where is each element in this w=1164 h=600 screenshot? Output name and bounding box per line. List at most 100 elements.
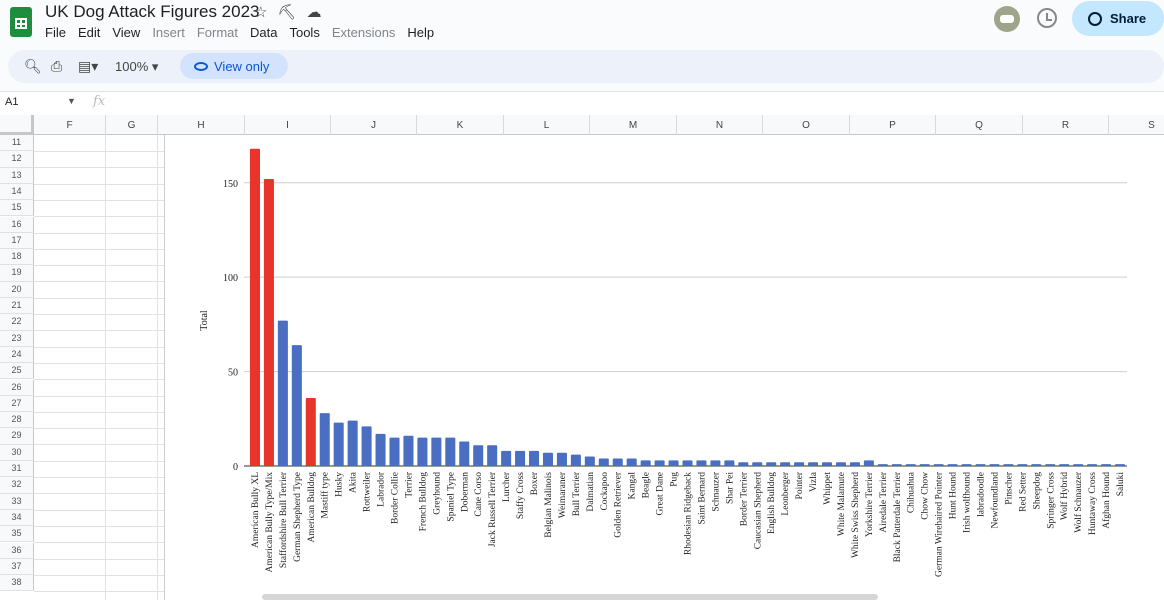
menu-extensions[interactable]: Extensions	[332, 25, 396, 40]
row-header-22[interactable]: 22	[0, 314, 34, 331]
y-tick-label: 100	[223, 273, 238, 284]
x-tick-label: Bull Terrier	[572, 471, 582, 516]
column-header-p[interactable]: P	[850, 115, 936, 135]
row-header-36[interactable]: 36	[0, 542, 34, 559]
cloud-status-icon[interactable]: ☁	[307, 3, 322, 21]
row-header-33[interactable]: 33	[0, 493, 34, 510]
zoom-select[interactable]: 100% ▾	[115, 59, 158, 75]
move-to-folder-icon[interactable]: ⛏	[277, 3, 296, 21]
row-header-16[interactable]: 16	[0, 216, 34, 233]
x-tick-label: Newfoundland	[989, 472, 1000, 529]
row-header-23[interactable]: 23	[0, 330, 34, 347]
x-tick-label: English Bulldog	[767, 472, 777, 534]
spreadsheet-grid[interactable]: FGHIJKLMNOPQRS 11 12 13 14 15 16 17 18 19 20 21 22 2…	[0, 115, 1164, 600]
y-axis-label: Total	[199, 310, 210, 331]
eye-icon	[194, 61, 208, 71]
star-icon[interactable]: ☆	[254, 3, 267, 21]
row-header-27[interactable]: 27	[0, 395, 34, 413]
view-only-button[interactable]: View only	[180, 53, 288, 79]
avatar[interactable]	[994, 6, 1020, 32]
row-header-14[interactable]: 14	[0, 183, 34, 201]
bar-48	[919, 464, 930, 466]
row-header-38[interactable]: 38	[0, 575, 34, 592]
menu-format[interactable]: Format	[197, 25, 238, 40]
x-tick-label: Airedale Terrier	[879, 471, 889, 532]
row-header-37[interactable]: 37	[0, 558, 34, 576]
row-header-29[interactable]: 29	[0, 428, 34, 445]
bar-0	[249, 148, 260, 466]
column-header-q[interactable]: Q	[936, 115, 1023, 135]
horizontal-scrollbar[interactable]	[262, 594, 878, 600]
row-header-18[interactable]: 18	[0, 249, 34, 266]
column-header-h[interactable]: H	[158, 115, 245, 135]
row-header-19[interactable]: 19	[0, 265, 34, 282]
bar-4	[305, 398, 316, 466]
bar-51	[961, 464, 972, 466]
column-header-s[interactable]: S	[1109, 115, 1164, 135]
bar-9	[375, 433, 386, 466]
row-header-34[interactable]: 34	[0, 509, 34, 527]
row-header-35[interactable]: 35	[0, 526, 34, 543]
sheets-logo-icon[interactable]	[10, 7, 32, 37]
menu-data[interactable]: Data	[250, 25, 277, 40]
column-header-o[interactable]: O	[763, 115, 850, 135]
x-tick-label: Doberman	[460, 472, 470, 512]
gridline	[34, 395, 164, 397]
menu-file[interactable]: File	[45, 25, 66, 40]
row-header-30[interactable]: 30	[0, 444, 34, 461]
menu-help[interactable]: Help	[407, 25, 434, 40]
zoom-value: 100%	[115, 59, 149, 74]
bar-54	[1003, 464, 1014, 466]
select-all-corner[interactable]	[0, 115, 34, 135]
chevron-down-icon[interactable]: ▼	[67, 96, 76, 106]
row-header-21[interactable]: 21	[0, 298, 34, 315]
row-header-32[interactable]: 32	[0, 477, 34, 494]
column-header-f[interactable]: F	[34, 115, 106, 135]
column-header-g[interactable]: G	[106, 115, 158, 135]
column-header-l[interactable]: L	[504, 115, 590, 135]
gridline	[34, 232, 164, 234]
search-icon[interactable]: 🔍︎	[24, 58, 42, 75]
bar-34	[724, 460, 735, 466]
x-tick-label: Cane Corso	[474, 472, 484, 517]
menu-tools[interactable]: Tools	[289, 25, 319, 40]
gridline	[34, 411, 164, 413]
row-header-11[interactable]: 11	[0, 135, 34, 152]
menu-edit[interactable]: Edit	[78, 25, 100, 40]
column-header-m[interactable]: M	[590, 115, 677, 135]
x-tick-label: Irish wolfhound	[962, 472, 973, 533]
share-button[interactable]: Share	[1072, 1, 1164, 36]
row-header-24[interactable]: 24	[0, 346, 34, 364]
row-header-31[interactable]: 31	[0, 461, 34, 478]
bar-5	[319, 413, 330, 466]
x-tick-label: Terrier	[404, 471, 414, 498]
document-title[interactable]: UK Dog Attack Figures 2023	[45, 2, 260, 22]
x-tick-label: White Malamute	[837, 472, 847, 536]
row-header-25[interactable]: 25	[0, 363, 34, 380]
x-tick-label: Staffordshire Bull Terrier	[278, 471, 289, 568]
row-header-13[interactable]: 13	[0, 167, 34, 184]
row-header-26[interactable]: 26	[0, 379, 34, 396]
gridline	[34, 379, 164, 381]
menu-insert[interactable]: Insert	[152, 25, 185, 40]
x-tick-label: Sheepdog	[1032, 472, 1042, 510]
y-tick-label: 0	[233, 462, 238, 473]
column-header-r[interactable]: R	[1023, 115, 1109, 135]
version-history-icon[interactable]	[1037, 8, 1057, 28]
name-box[interactable]: A1	[5, 96, 18, 108]
column-header-n[interactable]: N	[677, 115, 763, 135]
row-header-20[interactable]: 20	[0, 281, 34, 298]
row-header-15[interactable]: 15	[0, 200, 34, 217]
column-header-j[interactable]: J	[331, 115, 417, 135]
column-header-k[interactable]: K	[417, 115, 504, 135]
x-tick-label: Husky	[335, 472, 345, 497]
row-header-17[interactable]: 17	[0, 232, 34, 250]
bar-45	[877, 464, 888, 466]
row-header-28[interactable]: 28	[0, 412, 34, 429]
format-icon[interactable]: ▤▾	[78, 58, 98, 75]
column-header-i[interactable]: I	[245, 115, 331, 135]
bar-chart[interactable]: 0 50 100 150 Total American Bully XL American …	[164, 135, 1164, 600]
row-header-12[interactable]: 12	[0, 151, 34, 168]
print-icon[interactable]: ⎙	[51, 58, 62, 75]
menu-view[interactable]: View	[112, 25, 140, 40]
